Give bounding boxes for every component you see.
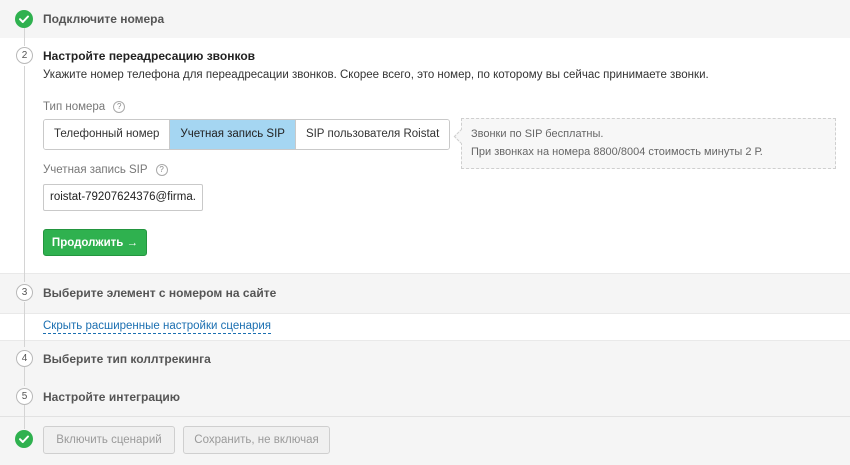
timeline-line <box>24 405 25 429</box>
type-option-sip-account[interactable]: Учетная запись SIP <box>170 120 296 149</box>
check-circle-icon <box>15 430 33 448</box>
type-option-roistat-sip[interactable]: SIP пользователя Roistat <box>295 120 450 149</box>
question-circle-icon[interactable]: ? <box>155 164 168 176</box>
sip-account-label: Учетная запись SIP? <box>43 164 168 176</box>
hint-line-2: При звонках на номера 8800/8004 стоимост… <box>471 146 763 158</box>
check-circle-icon <box>15 10 33 28</box>
timeline-line <box>24 66 25 282</box>
sip-account-label-text: Учетная запись SIP <box>43 164 148 176</box>
hint-pointer <box>453 128 470 145</box>
type-option-phone[interactable]: Телефонный номер <box>44 120 171 149</box>
sip-account-input[interactable]: roistat-79207624376@firma. <box>43 184 203 211</box>
step-4-number: 4 <box>16 350 33 367</box>
continue-button[interactable]: Продолжить → <box>43 229 147 256</box>
step-5-number: 5 <box>16 388 33 405</box>
step-3-title[interactable]: Выберите элемент с номером на сайте <box>43 286 276 300</box>
question-circle-icon[interactable]: ? <box>113 101 126 113</box>
hint-line-1: Звонки по SIP бесплатны. <box>471 128 604 140</box>
step-2-number: 2 <box>16 47 33 64</box>
sip-hint-box: Звонки по SIP бесплатны. При звонках на … <box>453 118 836 169</box>
timeline-line <box>24 28 25 46</box>
hide-advanced-settings-link[interactable]: Скрыть расширенные настройки сценария <box>43 320 272 334</box>
step-2-title: Настройте переадресацию звонков <box>43 49 256 63</box>
step-4-title[interactable]: Выберите тип коллтрекинга <box>43 352 211 366</box>
timeline-line <box>24 366 25 386</box>
step-3-number: 3 <box>16 284 33 301</box>
step-5-title[interactable]: Настройте интеграцию <box>43 390 180 404</box>
save-without-enabling-button[interactable]: Сохранить, не включая <box>183 426 330 454</box>
number-type-label-text: Тип номера <box>43 101 106 113</box>
number-type-label: Тип номера? <box>43 101 126 113</box>
number-type-selector: Телефонный номер Учетная запись SIP SIP … <box>43 119 451 150</box>
enable-scenario-button[interactable]: Включить сценарий <box>43 426 175 454</box>
timeline-line <box>24 302 25 347</box>
step-2-description: Укажите номер телефона для переадресации… <box>43 69 709 81</box>
step-1-title[interactable]: Подключите номера <box>43 12 164 26</box>
